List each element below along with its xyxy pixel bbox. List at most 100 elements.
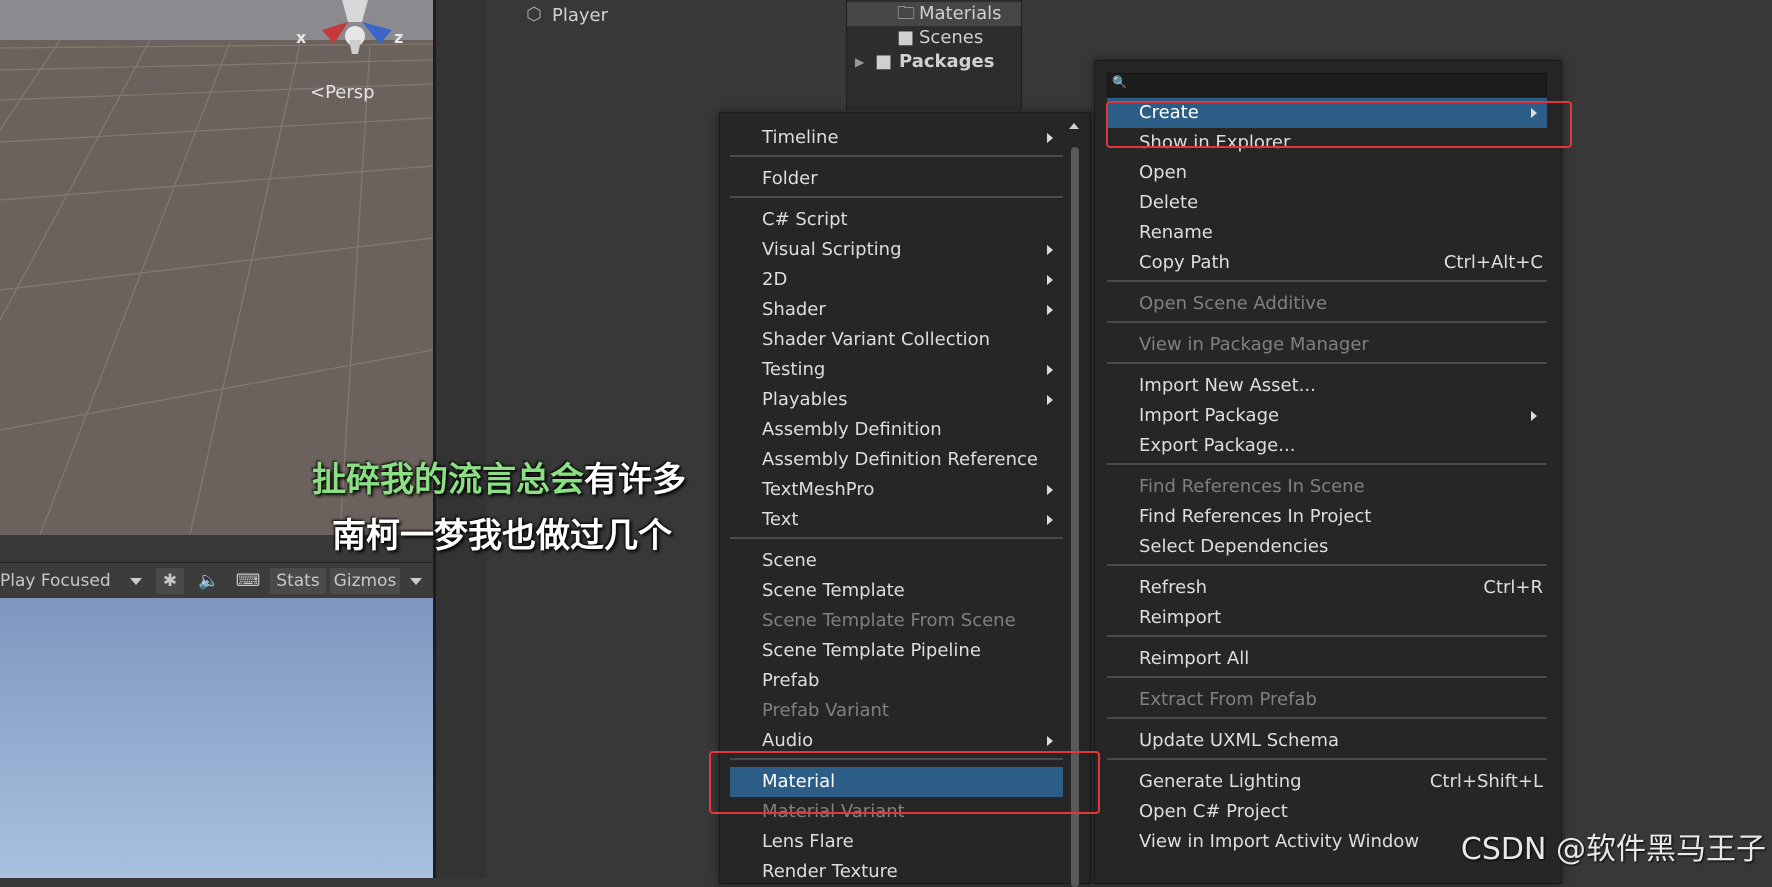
search-input[interactable] [1128, 74, 1542, 96]
menu-item-label: Refresh [1139, 577, 1207, 598]
context-menu-item-update-uxml-schema[interactable]: Update UXML Schema [1107, 726, 1547, 756]
menu-separator [1107, 280, 1547, 282]
context-menu-item-open[interactable]: Open [1107, 158, 1547, 188]
create-menu-item-testing[interactable]: Testing [730, 355, 1063, 385]
submenu-arrow-icon [1047, 275, 1053, 285]
menu-item-label: Visual Scripting [762, 239, 902, 260]
context-menu-item-select-dependencies[interactable]: Select Dependencies [1107, 532, 1547, 562]
context-menu-item-import-new-asset[interactable]: Import New Asset... [1107, 371, 1547, 401]
folder-outline-icon: 🗀 [897, 3, 915, 24]
audio-icon[interactable]: 🔈 [194, 568, 224, 594]
create-menu-item-visual-scripting[interactable]: Visual Scripting [730, 235, 1063, 265]
menu-item-label: Playables [762, 389, 848, 410]
create-menu-item-scene-template[interactable]: Scene Template [730, 576, 1063, 606]
create-menu-item-shader-variant-collection[interactable]: Shader Variant Collection [730, 325, 1063, 355]
menu-item-label: Lens Flare [762, 831, 854, 852]
context-menu-item-reimport-all[interactable]: Reimport All [1107, 644, 1547, 674]
context-menu-item-refresh[interactable]: Refresh Ctrl+R [1107, 573, 1547, 603]
search-box[interactable]: 🔍 [1107, 73, 1547, 97]
context-menu-item-rename[interactable]: Rename [1107, 218, 1547, 248]
context-menu-item-generate-lighting[interactable]: Generate Lighting Ctrl+Shift+L [1107, 767, 1547, 797]
tree-item-label: Materials [919, 3, 1002, 24]
side-panel [436, 0, 486, 878]
create-menu-item-playables[interactable]: Playables [730, 385, 1063, 415]
context-menu-item-reimport[interactable]: Reimport [1107, 603, 1547, 633]
context-menu-item-import-package[interactable]: Import Package [1107, 401, 1547, 431]
tree-item-packages[interactable]: ▶ ■ Packages [847, 50, 1021, 74]
subtitle-rest: 有许多 [584, 460, 686, 500]
context-menu-item-copy-path[interactable]: Copy Path Ctrl+Alt+C [1107, 248, 1547, 278]
submenu-arrow-icon [1047, 305, 1053, 315]
menu-item-label: Reimport All [1139, 648, 1250, 669]
create-menu-item-scene[interactable]: Scene [730, 546, 1063, 576]
bug-icon[interactable]: ✱ [156, 568, 184, 594]
expand-arrow-icon[interactable]: ▶ [855, 50, 864, 74]
menu-item-label: Scene Template From Scene [762, 610, 1016, 631]
menu-separator [1107, 717, 1547, 719]
create-menu-item-2d[interactable]: 2D [730, 265, 1063, 295]
create-menu-item-c-script[interactable]: C# Script [730, 205, 1063, 235]
context-menu-item-open-c-project[interactable]: Open C# Project [1107, 797, 1547, 827]
submenu-arrow-icon [1531, 411, 1537, 421]
menu-item-label: Import Package [1139, 405, 1280, 426]
menu-item-label: Folder [762, 168, 818, 189]
create-menu-item-scene-template-pipeline[interactable]: Scene Template Pipeline [730, 636, 1063, 666]
menu-separator [730, 537, 1063, 539]
create-menu-item-shader[interactable]: Shader [730, 295, 1063, 325]
submenu-arrow-icon [1047, 485, 1053, 495]
context-menu-item-view-in-package-manager: View in Package Manager [1107, 330, 1547, 360]
menu-item-label: Assembly Definition [762, 419, 942, 440]
play-focused-dropdown[interactable]: Play Focused [0, 568, 111, 594]
gizmos-chevron-icon[interactable] [410, 578, 422, 585]
scroll-up-icon[interactable] [1069, 123, 1079, 129]
create-menu-item-assembly-definition-reference[interactable]: Assembly Definition Reference [730, 445, 1063, 475]
menu-item-label: Scene [762, 550, 817, 571]
menu-item-label: View in Package Manager [1139, 334, 1369, 355]
tree-item-scenes[interactable]: ■ Scenes [847, 26, 1021, 50]
keyboard-icon[interactable]: ⌨ [232, 568, 264, 594]
create-menu-item-textmeshpro[interactable]: TextMeshPro [730, 475, 1063, 505]
annotation-box-create [1106, 101, 1572, 148]
menu-item-label: 2D [762, 269, 788, 290]
menu-separator [1107, 676, 1547, 678]
create-menu-item-render-texture[interactable]: Render Texture [730, 857, 1063, 887]
create-menu-item-assembly-definition[interactable]: Assembly Definition [730, 415, 1063, 445]
project-folder-tree: 🗀 Materials ■ Scenes ▶ ■ Packages [846, 0, 1022, 110]
menu-separator [1107, 564, 1547, 566]
create-menu-item-timeline[interactable]: Timeline [730, 123, 1063, 153]
create-menu-item-prefab-variant: Prefab Variant [730, 696, 1063, 726]
tree-item-label: Packages [899, 51, 995, 72]
hierarchy-item-player[interactable]: Player [552, 5, 608, 26]
folder-icon: ■ [875, 51, 893, 72]
create-menu-item-lens-flare[interactable]: Lens Flare [730, 827, 1063, 857]
menu-item-label: Rename [1139, 222, 1213, 243]
stats-button[interactable]: Stats [270, 568, 326, 594]
menu-item-label: Update UXML Schema [1139, 730, 1340, 751]
menu-separator [1107, 321, 1547, 323]
subtitle-highlight: 扯碎我的流言总会 [312, 460, 584, 500]
create-menu-item-folder[interactable]: Folder [730, 164, 1063, 194]
context-menu-item-delete[interactable]: Delete [1107, 188, 1547, 218]
menu-item-label: Open Scene Additive [1139, 293, 1328, 314]
context-menu-item-export-package[interactable]: Export Package... [1107, 431, 1547, 461]
menu-item-label: Reimport [1139, 607, 1222, 628]
menu-item-label: Generate Lighting [1139, 771, 1302, 792]
menu-separator [730, 155, 1063, 157]
gizmos-button[interactable]: Gizmos [330, 568, 400, 594]
context-menu-item-find-references-in-project[interactable]: Find References In Project [1107, 502, 1547, 532]
create-menu-item-prefab[interactable]: Prefab [730, 666, 1063, 696]
axis-x-label: x [296, 28, 307, 47]
create-menu-item-text[interactable]: Text [730, 505, 1063, 535]
menu-item-label: Prefab Variant [762, 700, 889, 721]
menu-item-label: Assembly Definition Reference [762, 449, 1039, 470]
tree-item-materials[interactable]: 🗀 Materials [847, 2, 1021, 26]
submenu-arrow-icon [1047, 365, 1053, 375]
context-menu-item-find-references-in-scene: Find References In Scene [1107, 472, 1547, 502]
menu-separator [1107, 635, 1547, 637]
subtitle-line-2: 南柯一梦我也做过几个 [332, 516, 672, 556]
menu-item-label: Import New Asset... [1139, 375, 1316, 396]
chevron-down-icon[interactable] [130, 578, 142, 585]
menu-item-label: C# Script [762, 209, 848, 230]
persp-label[interactable]: <Persp [310, 82, 375, 103]
menu-item-shortcut: Ctrl+Shift+L [1429, 771, 1543, 792]
